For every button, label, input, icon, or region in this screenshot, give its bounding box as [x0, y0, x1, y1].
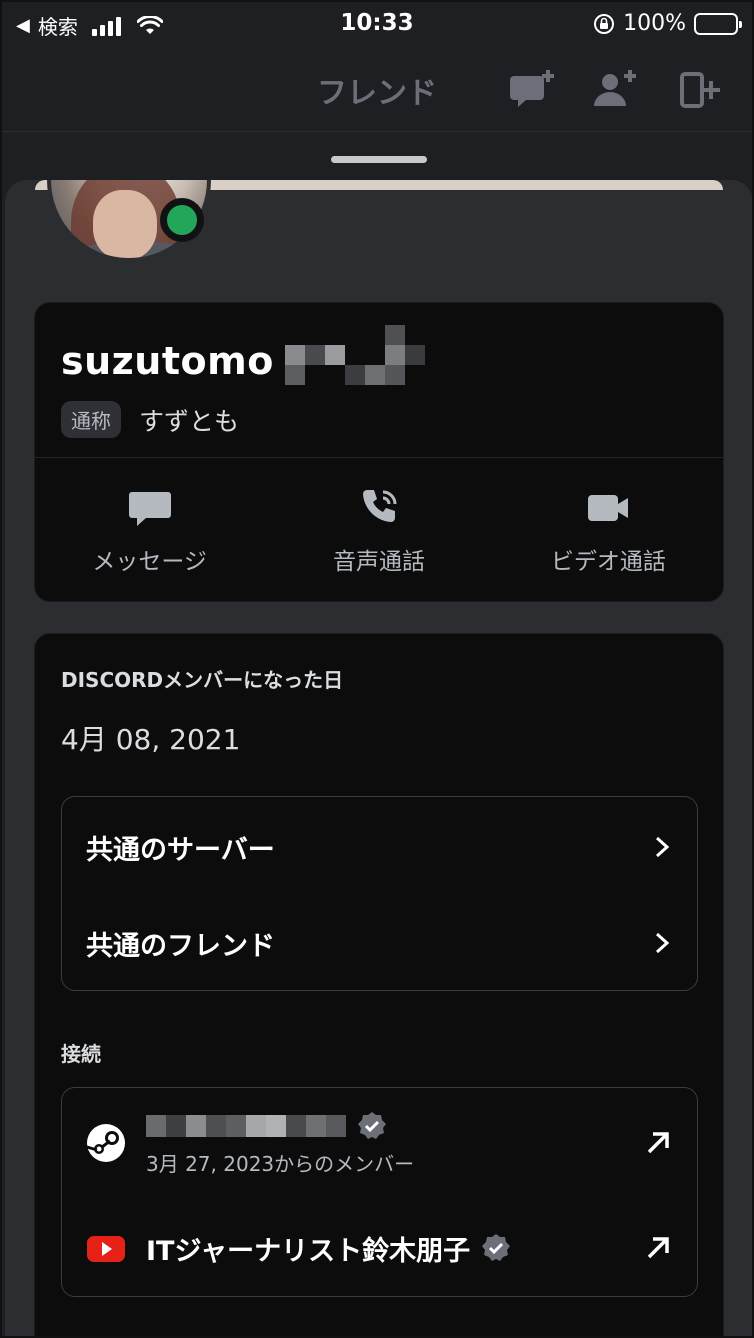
- connections-box: 3月 27, 2023からのメンバー ITジャーナリスト鈴木朋子: [61, 1087, 698, 1297]
- voice-call-icon: [362, 489, 397, 522]
- chevron-right-icon: [655, 932, 670, 954]
- orientation-lock-icon: [594, 13, 615, 34]
- username: suzutomo: [61, 339, 274, 383]
- new-dm-icon[interactable]: [508, 66, 556, 114]
- steam-connection-row[interactable]: 3月 27, 2023からのメンバー: [62, 1088, 697, 1198]
- verified-icon: [358, 1111, 386, 1139]
- voice-call-label: 音声通話: [332, 548, 425, 575]
- action-bar: メッセージ 音声通話 ビデオ通話: [35, 458, 723, 603]
- avatar-container: [47, 180, 211, 262]
- youtube-channel-name: ITジャーナリスト鈴木朋子: [146, 1235, 471, 1267]
- member-since-date: 4月 08, 2021: [61, 723, 241, 756]
- connections-title: 接続: [61, 1042, 101, 1066]
- battery-percent: 100%: [623, 11, 686, 36]
- nickname: すずとも: [139, 406, 240, 436]
- external-link-icon[interactable]: [643, 1128, 673, 1158]
- mutual-servers-row[interactable]: 共通のサーバー: [62, 799, 697, 895]
- profile-sheet: suzutomo 通称 すずとも メッセージ 音声通話 ビデオ通話 DISCOR…: [5, 180, 752, 1336]
- redacted-tag: [285, 325, 425, 385]
- status-bar: ◀ 検索 10:33 100%: [2, 2, 752, 46]
- external-link-icon[interactable]: [643, 1233, 673, 1263]
- mutual-box: 共通のサーバー 共通のフレンド: [61, 796, 698, 991]
- verified-icon: [482, 1234, 511, 1261]
- battery-icon: [694, 12, 742, 35]
- app-frame: ◀ 検索 10:33 100% フレンド suzutomo 通称 すずとも メッ…: [0, 0, 754, 1338]
- steam-member-since: 3月 27, 2023からのメンバー: [146, 1151, 415, 1176]
- message-label: メッセージ: [92, 548, 207, 575]
- add-to-group-icon[interactable]: [676, 66, 724, 114]
- member-since-title: DISCORDメンバーになった日: [61, 668, 344, 692]
- message-button[interactable]: メッセージ: [35, 458, 264, 603]
- nickname-badge: 通称: [61, 401, 121, 438]
- chevron-right-icon: [655, 836, 670, 858]
- add-friend-icon[interactable]: [590, 66, 638, 114]
- video-call-button[interactable]: ビデオ通話: [494, 458, 723, 603]
- youtube-connection-row[interactable]: ITジャーナリスト鈴木朋子: [62, 1198, 697, 1298]
- mutual-friends-row[interactable]: 共通のフレンド: [62, 895, 697, 991]
- mutual-friends-label: 共通のフレンド: [86, 930, 275, 962]
- info-card: DISCORDメンバーになった日 4月 08, 2021 共通のサーバー 共通の…: [34, 633, 724, 1336]
- voice-call-button[interactable]: 音声通話: [264, 458, 493, 603]
- video-call-label: ビデオ通話: [550, 548, 666, 575]
- redacted-steam-name: [146, 1114, 346, 1137]
- name-card: suzutomo 通称 すずとも メッセージ 音声通話 ビデオ通話: [34, 302, 724, 602]
- mutual-servers-label: 共通のサーバー: [86, 834, 275, 866]
- friends-header: フレンド: [2, 46, 752, 132]
- message-icon: [128, 491, 171, 526]
- steam-icon: [86, 1124, 125, 1162]
- youtube-icon: [87, 1236, 125, 1262]
- video-call-icon: [588, 494, 629, 521]
- online-status-indicator: [160, 198, 204, 242]
- page-title: フレンド: [317, 76, 437, 111]
- sheet-drag-handle[interactable]: [331, 156, 427, 163]
